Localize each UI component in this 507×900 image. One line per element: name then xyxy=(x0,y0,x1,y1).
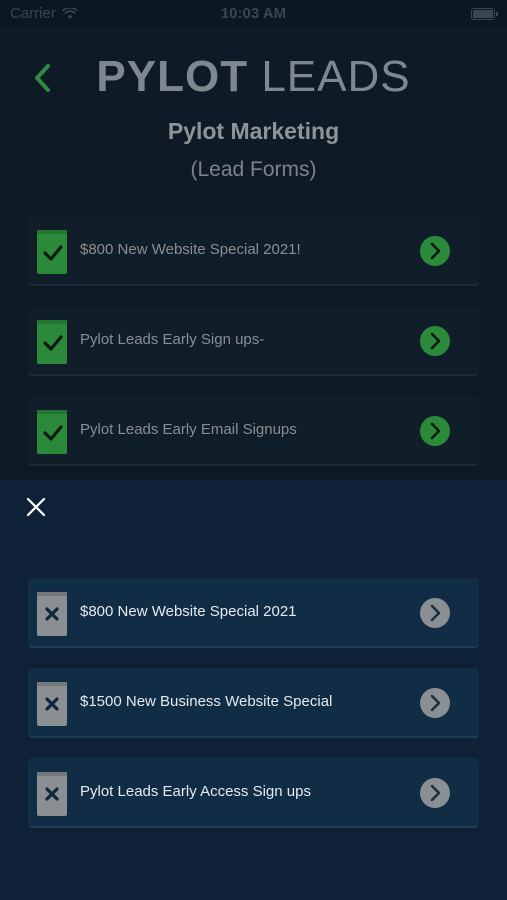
lead-form-label: Pylot Leads Early Email Signups xyxy=(80,421,297,438)
arrow-right-circle-icon[interactable] xyxy=(419,415,451,447)
lead-form-card-inactive[interactable]: $800 New Website Special 2021 xyxy=(28,578,479,648)
page-title: Pylot Marketing xyxy=(167,118,340,144)
arrow-right-circle-icon[interactable] xyxy=(419,687,451,719)
lead-form-label: $1500 New Business Website Special xyxy=(80,693,333,710)
lead-form-label: $800 New Website Special 2021 xyxy=(80,603,297,620)
logo-bold-text: PYLOT xyxy=(96,52,249,101)
app-logo: PYLOT LEADS xyxy=(0,52,507,102)
logo-light-text: LEADS xyxy=(261,52,411,101)
document-check-icon xyxy=(37,410,67,454)
arrow-right-circle-icon[interactable] xyxy=(419,597,451,629)
document-x-icon xyxy=(37,592,67,636)
document-check-icon xyxy=(37,230,67,274)
lead-form-card-active[interactable]: $800 New Website Special 2021! xyxy=(28,216,479,286)
inactive-forms-sheet: $800 New Website Special 2021 $1500 New … xyxy=(0,480,507,900)
document-check-icon xyxy=(37,320,67,364)
document-x-icon xyxy=(37,682,67,726)
battery-icon xyxy=(471,8,498,20)
lead-form-card-inactive[interactable]: Pylot Leads Early Access Sign ups xyxy=(28,758,479,828)
lead-form-card-active[interactable]: Pylot Leads Early Sign ups- xyxy=(28,306,479,376)
arrow-right-circle-icon[interactable] xyxy=(419,325,451,357)
arrow-right-circle-icon[interactable] xyxy=(419,235,451,267)
page-subtitle: (Lead Forms) xyxy=(190,158,317,181)
document-x-icon xyxy=(37,772,67,816)
status-bar: Carrier 10:03 AM xyxy=(0,0,507,26)
lead-form-label: Pylot Leads Early Sign ups- xyxy=(80,331,265,348)
lead-forms-screen: PYLOT LEADS Pylot Marketing (Lead Forms)… xyxy=(0,26,507,480)
arrow-right-circle-icon[interactable] xyxy=(419,777,451,809)
lead-form-label: $800 New Website Special 2021! xyxy=(80,241,301,258)
lead-form-card-inactive[interactable]: $1500 New Business Website Special xyxy=(28,668,479,738)
status-time: 10:03 AM xyxy=(220,5,287,22)
lead-form-card-active[interactable]: Pylot Leads Early Email Signups xyxy=(28,396,479,466)
close-icon[interactable] xyxy=(25,496,47,518)
lead-form-label: Pylot Leads Early Access Sign ups xyxy=(80,783,311,800)
